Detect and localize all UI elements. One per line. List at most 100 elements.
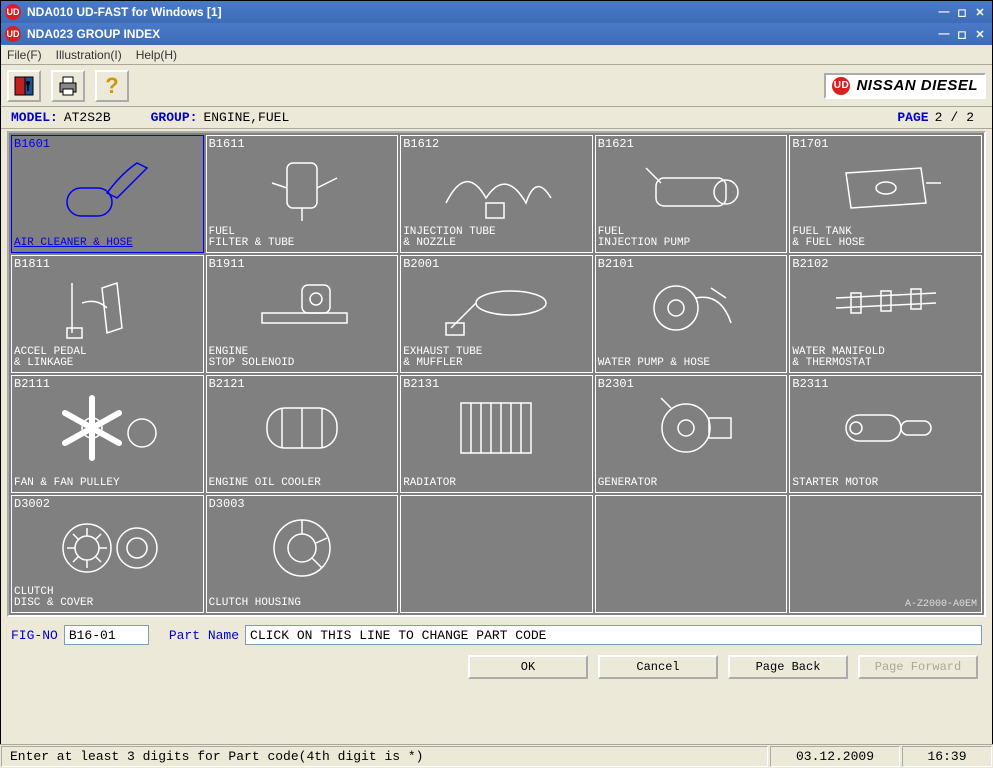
cell-label: WATER MANIFOLD & THERMOSTAT [792, 347, 979, 370]
cell-code: B2111 [14, 377, 50, 391]
cell-label: FUEL FILTER & TUBE [209, 227, 396, 250]
grid-cell[interactable]: B1911 ENGINE STOP SOLENOID [206, 255, 399, 373]
close-icon[interactable]: ✕ [972, 5, 988, 19]
exit-door-icon [13, 75, 35, 97]
cell-label: CLUTCH HOUSING [209, 598, 396, 610]
part-illustration [18, 510, 197, 586]
ud-logo-icon: UD [5, 26, 21, 42]
cell-label: FUEL TANK & FUEL HOSE [792, 227, 979, 250]
cell-code: D3003 [209, 497, 245, 511]
partname-label: Part Name [169, 628, 239, 643]
maximize-icon[interactable]: ◻ [954, 27, 970, 41]
ok-button[interactable]: OK [468, 655, 588, 679]
part-illustration [602, 150, 781, 226]
grid-cell-empty [595, 495, 788, 613]
cell-label: ENGINE STOP SOLENOID [209, 347, 396, 370]
cell-label: EXHAUST TUBE & MUFFLER [403, 347, 590, 370]
ud-brand-icon: UD [832, 77, 850, 95]
grid-cell[interactable]: B2301 GENERATOR [595, 375, 788, 493]
printer-icon [57, 75, 79, 97]
grid-cell[interactable]: B1601 AIR CLEANER & HOSE [11, 135, 204, 253]
page-back-button[interactable]: Page Back [728, 655, 848, 679]
grid-cell[interactable]: B2102 WATER MANIFOLD & THERMOSTAT [789, 255, 982, 373]
grid-cell[interactable]: B2311STARTER MOTOR [789, 375, 982, 493]
cell-code: B1701 [792, 137, 828, 151]
print-button[interactable] [51, 70, 85, 102]
form-row: FIG-NO Part Name [1, 619, 992, 651]
grid-cell[interactable]: B1611 FUEL FILTER & TUBE [206, 135, 399, 253]
brand-logo: UD NISSAN DIESEL [824, 73, 986, 99]
cell-code: B1611 [209, 137, 245, 151]
cell-label: INJECTION TUBE & NOZZLE [403, 227, 590, 250]
cell-label: FUEL INJECTION PUMP [598, 227, 785, 250]
parts-grid: B1601 AIR CLEANER & HOSE B1611 FUEL FILTER … [11, 135, 982, 613]
cell-code: B2121 [209, 377, 245, 391]
part-illustration [407, 390, 586, 466]
part-illustration [407, 150, 586, 226]
partname-input[interactable] [245, 625, 982, 645]
dialog-buttons: OK Cancel Page Back Page Forward [1, 651, 992, 687]
statusbar: Enter at least 3 digits for Part code(4t… [0, 744, 993, 768]
grid-cell[interactable]: B2121 ENGINE OIL COOLER [206, 375, 399, 493]
part-illustration [213, 390, 392, 466]
inner-title: NDA023 GROUP INDEX [27, 27, 936, 41]
cell-code: B2102 [792, 257, 828, 271]
page-forward-button[interactable]: Page Forward [858, 655, 978, 679]
grid-cell-empty: A-Z2000-A0EM [789, 495, 982, 613]
cell-label: ACCEL PEDAL & LINKAGE [14, 347, 201, 370]
grid-cell[interactable]: D3003 CLUTCH HOUSING [206, 495, 399, 613]
close-icon[interactable]: ✕ [972, 27, 988, 41]
grid-cell[interactable]: B2101WATER PUMP & HOSE [595, 255, 788, 373]
part-illustration [18, 150, 197, 226]
grid-cell[interactable]: B1621 FUEL INJECTION PUMP [595, 135, 788, 253]
group-value: ENGINE,FUEL [203, 110, 289, 125]
fig-input[interactable] [64, 625, 149, 645]
menu-illustration[interactable]: Illustration(I) [56, 48, 122, 62]
brand-text: NISSAN DIESEL [856, 77, 978, 94]
cell-code: B2301 [598, 377, 634, 391]
page-label: PAGE [897, 110, 928, 125]
watermark: A-Z2000-A0EM [905, 599, 977, 610]
cell-code: B1911 [209, 257, 245, 271]
exit-button[interactable] [7, 70, 41, 102]
menu-help[interactable]: Help(H) [136, 48, 177, 62]
cell-label: AIR CLEANER & HOSE [14, 238, 201, 250]
grid-cell[interactable]: B1612INJECTION TUBE & NOZZLE [400, 135, 593, 253]
grid-cell[interactable]: B2001 EXHAUST TUBE & MUFFLER [400, 255, 593, 373]
cell-code: B1811 [14, 257, 50, 271]
cancel-button[interactable]: Cancel [598, 655, 718, 679]
minimize-icon[interactable]: ― [936, 5, 952, 19]
page-total: 2 [966, 110, 974, 125]
model-label: MODEL: [11, 110, 58, 125]
cell-code: B2001 [403, 257, 439, 271]
cell-code: B1621 [598, 137, 634, 151]
menubar: File(F) Illustration(I) Help(H) [1, 45, 992, 65]
grid-cell[interactable]: B2131RADIATOR [400, 375, 593, 493]
status-message: Enter at least 3 digits for Part code(4t… [1, 746, 768, 767]
grid-cell[interactable]: B1701 FUEL TANK & FUEL HOSE [789, 135, 982, 253]
grid-cell[interactable]: D3002CLUTCH DISC & COVER [11, 495, 204, 613]
cell-label: ENGINE OIL COOLER [209, 478, 396, 490]
maximize-icon[interactable]: ◻ [954, 5, 970, 19]
cell-code: B2131 [403, 377, 439, 391]
minimize-icon[interactable]: ― [936, 27, 952, 41]
grid-cell-empty [400, 495, 593, 613]
menu-file[interactable]: File(F) [7, 48, 42, 62]
part-illustration [213, 510, 392, 586]
part-illustration [18, 390, 197, 466]
part-illustration [796, 270, 975, 346]
fig-label: FIG-NO [11, 628, 58, 643]
grid-cell[interactable]: B1811 ACCEL PEDAL & LINKAGE [11, 255, 204, 373]
help-button[interactable]: ? [95, 70, 129, 102]
cell-code: B2311 [792, 377, 828, 391]
parts-grid-area: B1601 AIR CLEANER & HOSE B1611 FUEL FILTER … [7, 131, 986, 617]
status-time: 16:39 [902, 746, 992, 767]
grid-cell[interactable]: B2111FAN & FAN PULLEY [11, 375, 204, 493]
cell-label: GENERATOR [598, 478, 785, 490]
cell-code: B1601 [14, 137, 50, 151]
part-illustration [407, 270, 586, 346]
outer-titlebar: UD NDA010 UD-FAST for Windows [1] ― ◻ ✕ [1, 1, 992, 23]
page-current: 2 [935, 110, 943, 125]
part-illustration [213, 270, 392, 346]
model-value: AT2S2B [64, 110, 111, 125]
